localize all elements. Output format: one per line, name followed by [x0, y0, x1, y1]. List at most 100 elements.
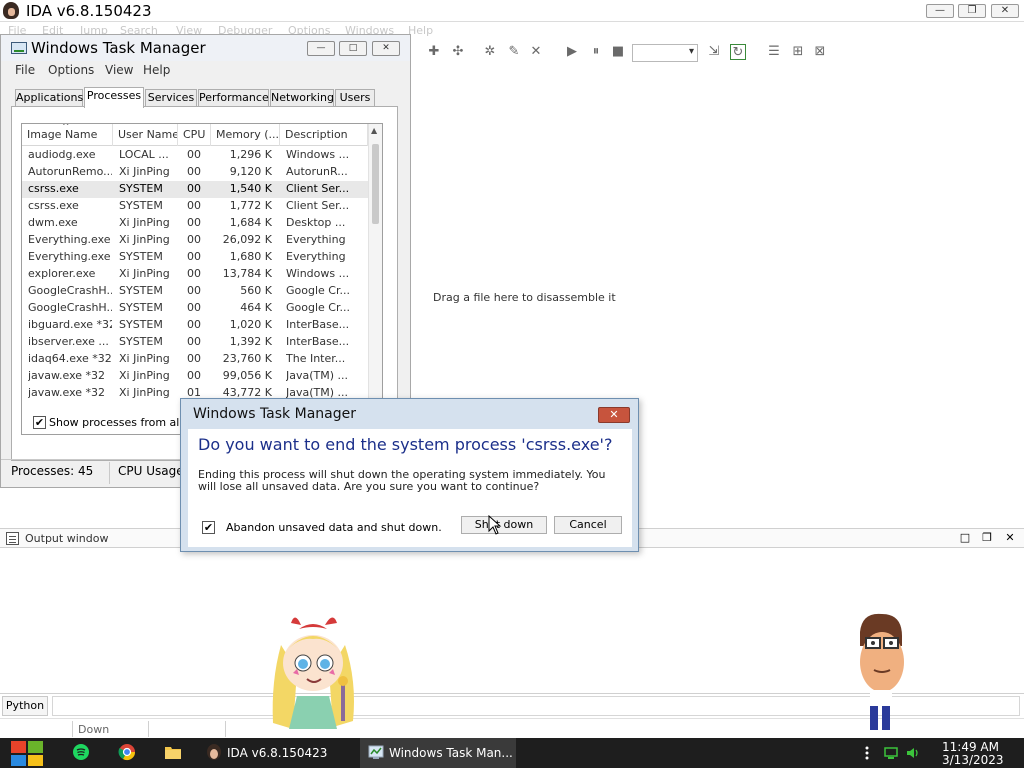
process-cell-desc: Everything [286, 250, 346, 263]
toolbar-list-icon[interactable]: ☰ [766, 44, 782, 60]
tab-networking[interactable]: Networking [270, 89, 334, 107]
windows-start-icon[interactable] [10, 740, 44, 767]
toolbar-move-icon[interactable]: ✣ [450, 44, 466, 60]
process-cell-memory: 1,772 K [229, 199, 272, 212]
process-row[interactable]: ibguard.exe *32 SYSTEM 00 1,020 K InterBase.… [22, 317, 368, 334]
process-count: Processes: 45 [11, 464, 94, 478]
taskbar: IDA v6.8.150423 Windows Task Man... 11:4… [0, 738, 1024, 768]
process-row[interactable]: idaq64.exe *32 Xi JinPing 00 23,760 K The In… [22, 351, 368, 368]
task-manager-titlebar[interactable]: Windows Task Manager — □ ✕ [1, 35, 410, 61]
tm-maximize-button[interactable]: □ [339, 41, 367, 56]
toolbar-delete-icon[interactable]: ✕ [528, 44, 544, 60]
ida-close-button[interactable]: ✕ [991, 4, 1019, 18]
shut-down-button[interactable]: Shut down [461, 516, 547, 534]
network-icon[interactable] [884, 746, 898, 760]
ida-titlebar[interactable]: IDA v6.8.150423 — ❐ ✕ [0, 0, 1024, 22]
column-image-name[interactable]: Image Name [22, 124, 113, 146]
ida-minimize-button[interactable]: — [926, 4, 954, 18]
file-explorer-icon[interactable] [164, 743, 182, 761]
column-description[interactable]: Description [280, 124, 368, 146]
taskbar-app-task-manager[interactable]: Windows Task Man... [360, 738, 516, 768]
tab-applications[interactable]: Applications [15, 89, 83, 107]
debugger-select[interactable] [632, 44, 698, 62]
scrollbar-thumb[interactable] [372, 144, 379, 224]
tm-close-button[interactable]: ✕ [372, 41, 400, 56]
toolbar-add-icon[interactable]: ✚ [426, 44, 442, 60]
dialog-message: Ending this process will shut down the o… [198, 468, 606, 493]
chrome-icon[interactable] [118, 743, 136, 761]
process-row[interactable]: explorer.exe Xi JinPing 00 13,784 K Windows … [22, 266, 368, 283]
process-row[interactable]: Everything.exe Xi JinPing 00 26,092 K Everyt… [22, 232, 368, 249]
taskbar-app-ida[interactable]: IDA v6.8.150423 [198, 738, 358, 768]
output-close-button[interactable]: ✕ [1003, 531, 1017, 545]
toolbar-stop-icon[interactable]: ■ [610, 44, 626, 60]
tm-minimize-button[interactable]: — [307, 41, 335, 56]
process-row[interactable]: csrss.exe SYSTEM 00 1,540 K Client Ser... [22, 181, 368, 198]
clock-time[interactable]: 11:49 AM [942, 740, 999, 754]
process-row[interactable]: Everything.exe SYSTEM 00 1,680 K Everything [22, 249, 368, 266]
column-user-name[interactable]: User Name [113, 124, 178, 146]
process-cell-memory: 9,120 K [229, 165, 272, 178]
abandon-data-checkbox[interactable]: ✔ Abandon unsaved data and shut down. [202, 520, 472, 536]
toolbar-edit-icon[interactable]: ✎ [506, 44, 522, 60]
tm-menu-options[interactable]: Options [48, 63, 94, 77]
column-memory[interactable]: Memory (... [211, 124, 280, 146]
python-button[interactable]: Python [2, 696, 48, 716]
process-list[interactable]: Image Name User Name CPU Memory (... Des… [21, 123, 383, 435]
process-cell-memory: 1,392 K [229, 335, 272, 348]
process-list-scrollbar[interactable]: ▲ ▼ [368, 124, 382, 434]
process-cell-image: Everything.exe [28, 233, 111, 246]
clock-date[interactable]: 3/13/2023 [942, 753, 1004, 767]
process-row[interactable]: audiodg.exe LOCAL ... 00 1,296 K Windows ... [22, 147, 368, 164]
tm-menu-help[interactable]: Help [143, 63, 170, 77]
process-row[interactable]: GoogleCrashH... SYSTEM 00 464 K Google Cr... [22, 300, 368, 317]
toolbar-pause-icon[interactable]: ⏸ [588, 44, 604, 60]
volume-icon[interactable] [906, 746, 920, 760]
spotify-icon[interactable] [72, 743, 90, 761]
process-row[interactable]: dwm.exe Xi JinPing 00 1,684 K Desktop ... [22, 215, 368, 232]
cartoon-man-sticker [860, 613, 904, 730]
scroll-up-icon[interactable]: ▲ [371, 126, 377, 135]
process-cell-image: AutorunRemo... [28, 165, 112, 178]
toolbar-gear-icon[interactable]: ✲ [482, 44, 498, 60]
toolbar-play-icon[interactable]: ▶ [564, 44, 580, 60]
process-cell-memory: 1,020 K [229, 318, 272, 331]
ida-restore-button[interactable]: ❐ [958, 4, 986, 18]
process-row[interactable]: javaw.exe *32 Xi JinPing 00 99,056 K Java(TM… [22, 368, 368, 385]
tm-menu-view[interactable]: View [105, 63, 133, 77]
toolbar-run-to-icon[interactable]: ↻ [730, 44, 746, 60]
show-all-check-icon[interactable]: ✔ [33, 416, 46, 429]
process-cell-cpu: 00 [187, 301, 201, 314]
toolbar-breakpoint-delete-icon[interactable]: ⊠ [812, 44, 828, 60]
tab-performance[interactable]: Performance [198, 89, 269, 107]
process-cell-desc: InterBase... [286, 335, 350, 348]
toolbar-breakpoint-add-icon[interactable]: ⊞ [790, 44, 806, 60]
tab-users[interactable]: Users [335, 89, 375, 107]
process-row[interactable]: ibserver.exe ... SYSTEM 00 1,392 K InterBase… [22, 334, 368, 351]
output-window-title: Output window [25, 532, 109, 545]
output-restore-button[interactable]: ❐ [980, 531, 994, 545]
process-row[interactable]: GoogleCrashH... SYSTEM 00 560 K Google Cr... [22, 283, 368, 300]
status-separator [225, 721, 226, 737]
process-cell-desc: AutorunR... [286, 165, 348, 178]
process-cell-desc: Java(TM) ... [286, 369, 349, 382]
process-cell-cpu: 00 [187, 318, 201, 331]
process-row[interactable]: csrss.exe SYSTEM 00 1,772 K Client Ser... [22, 198, 368, 215]
process-cell-image: javaw.exe *32 [28, 386, 106, 399]
tm-menu-file[interactable]: File [15, 63, 35, 77]
process-cell-desc: InterBase... [286, 318, 350, 331]
column-cpu[interactable]: CPU [178, 124, 211, 146]
process-row[interactable]: AutorunRemo... Xi JinPing 00 9,120 K Autorun… [22, 164, 368, 181]
toolbar-step-icon[interactable]: ⇲ [706, 44, 722, 60]
process-cell-user: SYSTEM [119, 182, 163, 195]
cancel-button[interactable]: Cancel [554, 516, 622, 534]
output-maximize-button[interactable]: □ [958, 531, 972, 545]
dialog-close-button[interactable]: ✕ [598, 407, 630, 423]
tab-services[interactable]: Services [145, 89, 197, 107]
process-cell-user: Xi JinPing [119, 369, 170, 382]
abandon-check-icon[interactable]: ✔ [202, 521, 215, 534]
tab-processes[interactable]: Processes [84, 87, 144, 108]
more-options-icon[interactable] [860, 746, 874, 760]
show-all-processes-checkbox[interactable]: ✔ Show processes from all use [33, 415, 205, 431]
ida-menu-help[interactable]: Help [408, 24, 433, 37]
